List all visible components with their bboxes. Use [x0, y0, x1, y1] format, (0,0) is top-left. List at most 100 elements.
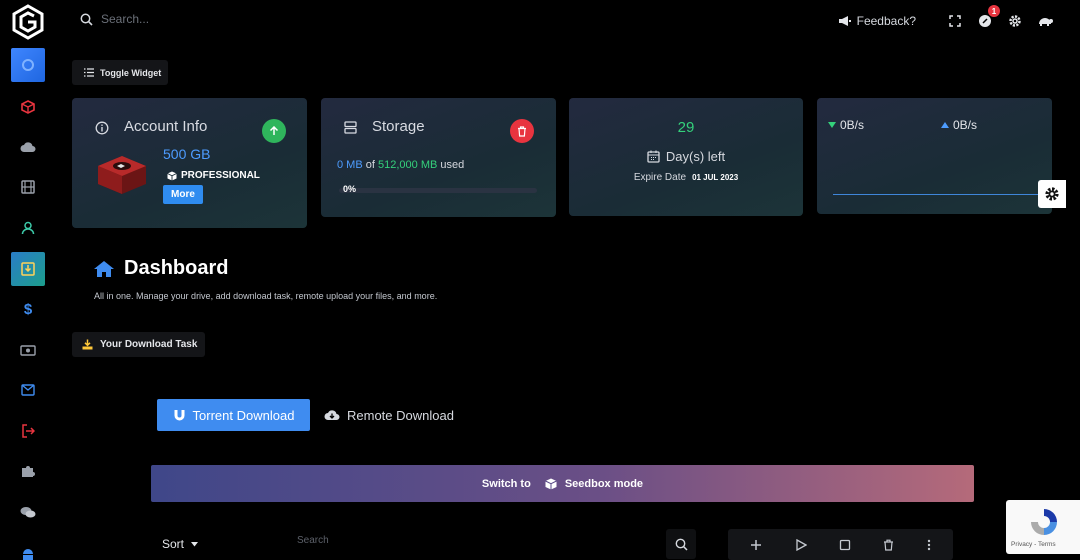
expire-date-value: 01 JUL 2023	[692, 173, 739, 182]
trash-icon	[518, 125, 526, 137]
seedbox-prefix: Switch to	[481, 477, 531, 490]
page-title-text: Dashboard	[124, 257, 229, 279]
download-speed: 0B/s	[828, 118, 864, 132]
expire-date-row: Expire Date 01 JUL 2023	[569, 172, 803, 183]
sidebar-item-media[interactable]	[11, 170, 45, 204]
sidebar-item-dashboard[interactable]	[11, 48, 45, 82]
settings-button[interactable]	[1004, 10, 1026, 32]
search-icon	[80, 13, 93, 26]
notifications-button[interactable]: 1	[974, 5, 1000, 32]
cloud-download-icon	[324, 410, 340, 420]
caret-down-icon	[828, 122, 836, 128]
server-icon	[344, 121, 357, 134]
more-vertical-icon[interactable]	[927, 539, 931, 551]
download-box-icon	[21, 262, 35, 276]
chat-icon	[20, 506, 36, 517]
cube-icon	[167, 171, 177, 180]
app-logo-icon[interactable]	[11, 4, 45, 40]
sidebar-item-products[interactable]	[11, 90, 45, 124]
speed-graph-line	[833, 194, 1039, 195]
top-actions: Feedback? 1	[838, 5, 1056, 32]
search-input[interactable]	[101, 12, 301, 26]
storage-card: Storage 0 MB of 512,000 MB used 0%	[321, 98, 556, 217]
toggle-widget-label: Toggle Widget	[100, 67, 162, 78]
tab-torrent-label: Torrent Download	[192, 407, 295, 423]
caret-up-icon	[941, 122, 949, 128]
days-left-label: Day(s) left	[665, 149, 726, 164]
user-menu-button[interactable]	[1034, 10, 1056, 32]
expire-date-label: Expire Date	[633, 172, 687, 183]
switch-seedbox-button[interactable]: Switch to Seedbox mode	[151, 465, 974, 502]
android-icon	[23, 549, 33, 560]
storage-total-value: 512,000 MB	[378, 159, 438, 171]
clear-storage-button[interactable]	[510, 119, 534, 143]
sidebar: $	[0, 0, 56, 560]
sidebar-item-cloud[interactable]	[11, 130, 45, 164]
fullscreen-icon	[949, 15, 961, 27]
storage-used-value: 0 MB	[337, 159, 363, 171]
storage-title: Storage	[372, 118, 425, 135]
customizer-button[interactable]	[1038, 180, 1066, 208]
account-info-title: Account Info	[124, 118, 208, 135]
days-left-row: Day(s) left	[569, 149, 803, 164]
dollar-icon: $	[23, 300, 33, 318]
upload-speed: 0B/s	[941, 118, 977, 132]
turtle-icon	[1039, 18, 1053, 26]
toggle-widget-button[interactable]: Toggle Widget	[72, 60, 168, 85]
account-info-card: Account Info 500 GB PROFESSIONAL More	[72, 98, 307, 228]
tab-remote-label: Remote Download	[347, 407, 454, 423]
notification-badge: 1	[988, 5, 1000, 17]
sidebar-item-android[interactable]	[11, 536, 45, 560]
upload-speed-value: 0B/s	[953, 118, 978, 132]
caret-down-icon	[191, 541, 199, 546]
expiry-card: 29 Day(s) left Expire Date 01 JUL 2023	[569, 98, 803, 216]
global-search	[80, 12, 301, 26]
sidebar-item-profile[interactable]	[11, 211, 45, 245]
page-subtitle: All in one. Manage your drive, add downl…	[94, 291, 438, 301]
page-title: Dashboard	[93, 257, 228, 280]
feedback-button[interactable]: Feedback?	[838, 14, 916, 28]
download-task-label: Your Download Task	[100, 339, 198, 350]
trash-icon[interactable]	[883, 539, 894, 551]
sort-dropdown[interactable]: Sort	[162, 537, 199, 551]
gear-icon	[1045, 187, 1059, 201]
storage-usage: 0 MB of 512,000 MB used	[337, 159, 464, 171]
gear-icon	[1009, 15, 1021, 27]
list-icon	[84, 68, 94, 77]
more-button[interactable]: More	[163, 185, 203, 204]
plan-box-image	[98, 156, 146, 194]
seedbox-mode-label: Seedbox mode	[564, 477, 644, 490]
sidebar-item-downloads[interactable]	[11, 252, 45, 286]
recaptcha-links: Privacy - Terms	[1011, 541, 1056, 548]
task-search-input[interactable]	[297, 535, 597, 546]
download-task-button[interactable]: Your Download Task	[72, 332, 205, 357]
recaptcha-icon	[1031, 509, 1057, 535]
speed-card: 0B/s 0B/s	[817, 98, 1052, 214]
dashboard-icon	[22, 59, 34, 71]
task-search-button[interactable]	[666, 529, 696, 559]
tab-remote-download[interactable]: Remote Download	[324, 399, 454, 431]
play-icon[interactable]	[795, 538, 807, 551]
sidebar-item-billing[interactable]: $	[11, 292, 45, 326]
download-tray-icon	[82, 339, 93, 350]
recaptcha-terms-link[interactable]: Terms	[1038, 541, 1056, 548]
logout-icon	[22, 424, 35, 438]
arrow-up-icon	[269, 126, 279, 135]
fullscreen-button[interactable]	[944, 10, 966, 32]
magnet-icon	[174, 409, 185, 420]
stop-icon[interactable]	[839, 539, 851, 551]
plan-name: PROFESSIONAL	[167, 170, 260, 181]
upgrade-button[interactable]	[262, 119, 286, 143]
sidebar-item-payments[interactable]	[11, 333, 45, 367]
sidebar-item-logout[interactable]	[11, 414, 45, 448]
sidebar-item-chat[interactable]	[11, 495, 45, 529]
megaphone-icon	[838, 16, 851, 26]
download-speed-value: 0B/s	[840, 118, 865, 132]
recaptcha-privacy-link[interactable]: Privacy	[1011, 541, 1032, 548]
sidebar-item-messages[interactable]	[11, 373, 45, 407]
recaptcha-badge[interactable]: Privacy - Terms	[1006, 500, 1080, 554]
mail-icon	[21, 384, 35, 396]
sidebar-item-plugins[interactable]	[11, 454, 45, 488]
tab-torrent-download[interactable]: Torrent Download	[157, 399, 310, 431]
add-icon[interactable]	[750, 539, 762, 551]
